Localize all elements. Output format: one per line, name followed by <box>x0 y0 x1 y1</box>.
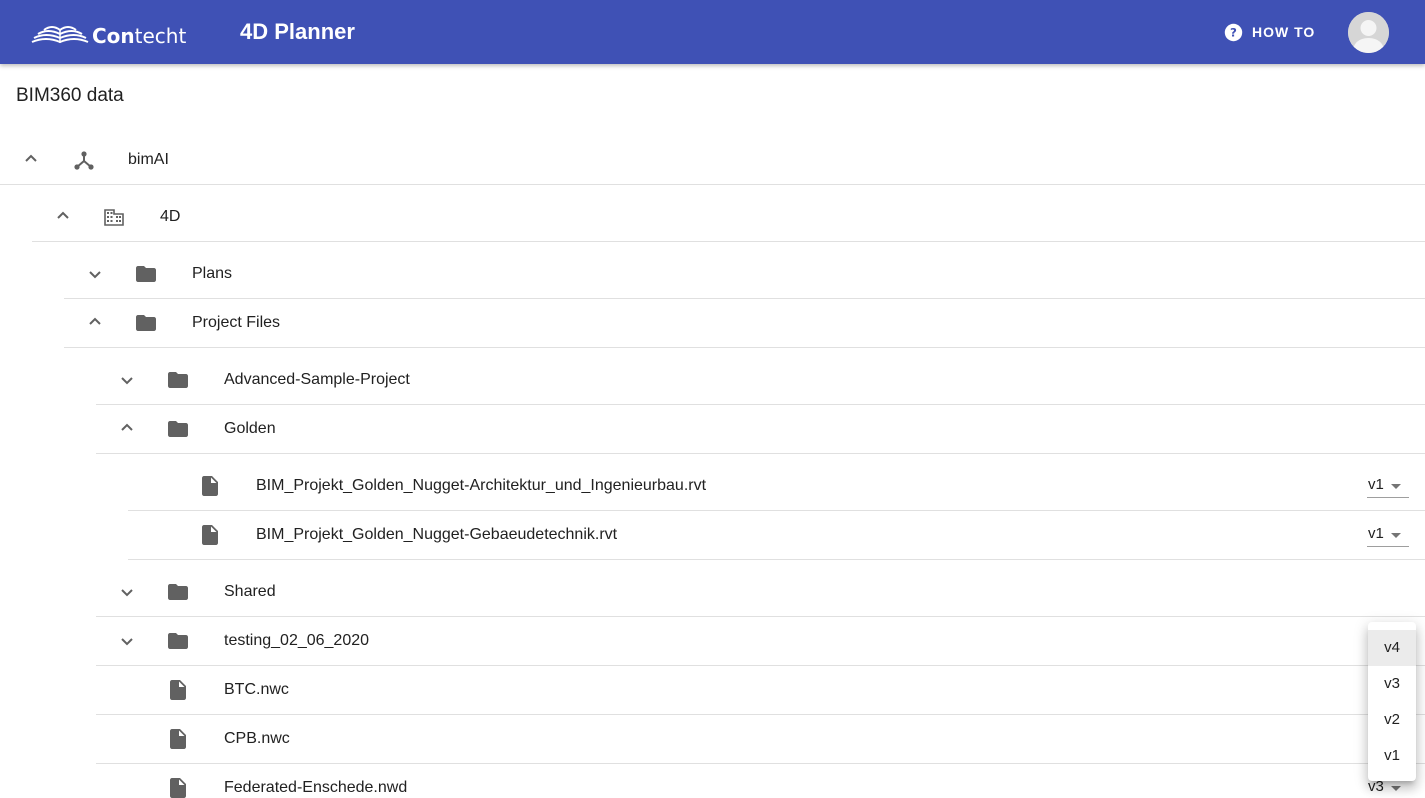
svg-text:?: ? <box>1230 25 1237 39</box>
folder-icon <box>168 584 188 600</box>
golden-file-1-label: BIM_Projekt_Golden_Nugget-Architektur_un… <box>256 477 707 494</box>
chevron-down-icon[interactable] <box>83 262 107 286</box>
app-title: 4D Planner <box>240 19 355 44</box>
chevron-up-icon[interactable] <box>19 147 43 171</box>
folder-icon <box>168 372 188 388</box>
help-circle-icon: ? <box>1224 23 1243 41</box>
logo-text-rest: techt <box>134 24 187 48</box>
version-value: v1 <box>1368 476 1384 493</box>
book-logo-icon <box>31 26 89 44</box>
shared-label: Shared <box>224 583 276 600</box>
chevron-up-icon[interactable] <box>115 416 139 440</box>
file-icon <box>202 525 218 545</box>
hub-label: bimAI <box>128 151 169 168</box>
chevron-down-icon[interactable] <box>115 368 139 392</box>
tree-row-shared[interactable]: Shared <box>96 567 1425 617</box>
contecht-logo[interactable]: Contecht <box>30 16 186 48</box>
tree-row-btc-file[interactable]: BTC.nwc <box>96 666 1425 715</box>
project-files-label: Project Files <box>192 314 281 331</box>
tree-row-golden[interactable]: Golden <box>96 405 1425 454</box>
tree-row-golden-file-gebaeudetechnik[interactable]: BIM_Projekt_Golden_Nugget-Gebaeudetechni… <box>128 511 1425 560</box>
tree-row-plans[interactable]: Plans <box>64 249 1425 299</box>
file-icon <box>170 729 186 749</box>
folder-icon <box>136 266 156 282</box>
version-option-v1[interactable]: v1 <box>1368 738 1416 774</box>
app-bar: Contecht 4D Planner ? HOW TO <box>0 0 1425 64</box>
dropdown-caret-icon <box>1391 533 1401 538</box>
chevron-up-icon[interactable] <box>83 310 107 334</box>
file-icon <box>170 680 186 700</box>
tree-row-advanced-sample-project[interactable]: Advanced-Sample-Project <box>96 355 1425 405</box>
chevron-down-icon[interactable] <box>115 629 139 653</box>
version-value: v1 <box>1368 525 1384 542</box>
golden-label: Golden <box>224 420 276 437</box>
section-title: BIM360 data <box>16 85 124 106</box>
tree-row-project-4d[interactable]: 4D <box>32 192 1425 242</box>
logo-text-bold: Con <box>92 24 135 48</box>
cpb-file-label: CPB.nwc <box>224 730 290 747</box>
chevron-down-icon[interactable] <box>115 580 139 604</box>
person-avatar-icon <box>1348 12 1389 53</box>
file-icon <box>170 778 186 798</box>
version-option-v3[interactable]: v3 <box>1368 666 1416 702</box>
version-option-v4[interactable]: v4 <box>1368 630 1416 666</box>
testing-label: testing_02_06_2020 <box>224 632 370 649</box>
chevron-up-icon[interactable] <box>51 204 75 228</box>
federated-file-label: Federated-Enschede.nwd <box>224 779 408 796</box>
tree-row-cpb-file[interactable]: CPB.nwc <box>96 715 1425 764</box>
folder-icon <box>168 633 188 649</box>
how-to-label: HOW TO <box>1252 24 1316 40</box>
tree-row-hub[interactable]: bimAI <box>0 135 1425 185</box>
tree-row-testing[interactable]: testing_02_06_2020 <box>96 617 1425 666</box>
version-select[interactable]: v1 <box>1367 474 1409 498</box>
version-option-v2[interactable]: v2 <box>1368 702 1416 738</box>
file-icon <box>202 476 218 496</box>
tree-row-golden-file-architektur[interactable]: BIM_Projekt_Golden_Nugget-Architektur_un… <box>128 461 1425 511</box>
logo-wordmark: Contecht <box>92 24 186 48</box>
tree-row-federated-file[interactable]: Federated-Enschede.nwd v3 <box>96 764 1425 798</box>
version-dropdown-menu: v4 v3 v2 v1 <box>1368 622 1416 781</box>
project-label: 4D <box>160 208 181 225</box>
user-avatar[interactable] <box>1348 12 1389 53</box>
golden-file-2-label: BIM_Projekt_Golden_Nugget-Gebaeudetechni… <box>256 526 618 543</box>
tree-row-project-files[interactable]: Project Files <box>64 299 1425 348</box>
folder-icon <box>168 421 188 437</box>
advanced-sample-project-label: Advanced-Sample-Project <box>224 371 410 388</box>
folder-icon <box>136 315 156 331</box>
btc-file-label: BTC.nwc <box>224 681 289 698</box>
plans-label: Plans <box>192 265 233 282</box>
dropdown-caret-icon <box>1391 786 1401 791</box>
dropdown-caret-icon <box>1391 484 1401 489</box>
how-to-button[interactable]: ? HOW TO <box>1224 20 1315 44</box>
building-icon <box>104 209 124 226</box>
version-select[interactable]: v1 <box>1367 523 1409 547</box>
hub-icon <box>74 151 94 170</box>
